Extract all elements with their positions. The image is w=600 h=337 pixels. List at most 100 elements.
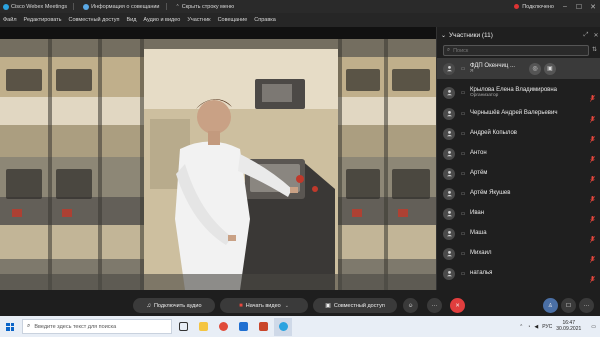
- minimize-button[interactable]: –: [558, 3, 572, 10]
- panel-more-button[interactable]: ···: [579, 298, 594, 313]
- panel-close-icon[interactable]: ✕: [591, 32, 600, 39]
- powerpoint-icon[interactable]: [254, 318, 272, 336]
- popout-icon[interactable]: ⤢: [581, 32, 591, 39]
- chat-toggle-button[interactable]: ☐: [561, 298, 576, 313]
- participant-row[interactable]: ▭ Михаил: [437, 243, 600, 264]
- participant-info: Крылова Елена Владимировна Организатор: [470, 87, 557, 98]
- device-icon: ▭: [460, 150, 466, 157]
- participant-row[interactable]: ▭ Чернышёв Андрей Валерьевич: [437, 103, 600, 124]
- meeting-controls: ♫ Подключить аудио ■ Начать видео ⌄ ▣ Со…: [0, 290, 600, 316]
- participants-toggle-button[interactable]: ♙: [543, 298, 558, 313]
- participants-title: Участники (11): [449, 32, 493, 39]
- menu-file[interactable]: Файл: [3, 17, 17, 23]
- avatar-icon: [443, 207, 455, 220]
- participant-role: Я: [470, 69, 474, 75]
- mic-muted-icon[interactable]: [589, 230, 596, 243]
- avatar-icon: [443, 267, 455, 280]
- audio-connect-icon[interactable]: ◎: [529, 62, 541, 75]
- participant-row[interactable]: ▭ Маша: [437, 223, 600, 244]
- connect-audio-button[interactable]: ♫ Подключить аудио: [133, 298, 215, 313]
- meeting-info-label: Информация о совещании: [91, 3, 160, 10]
- menu-audio-video[interactable]: Аудио и видео: [143, 17, 180, 23]
- windows-app-icon[interactable]: [234, 318, 252, 336]
- webex-taskbar-icon[interactable]: [274, 317, 292, 336]
- participant-row[interactable]: ▭ Артём: [437, 163, 600, 184]
- menu-meeting[interactable]: Совещание: [218, 17, 248, 23]
- menu-view[interactable]: Вид: [126, 17, 136, 23]
- collapse-chevron-icon[interactable]: ⌄: [441, 32, 446, 39]
- share-button[interactable]: ▣ Совместный доступ: [313, 298, 397, 313]
- participant-row-self[interactable]: ▭ ФДП Окенчиц ... Я ◎ ▣: [437, 58, 600, 79]
- webex-logo-icon: [3, 3, 9, 10]
- mic-muted-icon[interactable]: [589, 130, 596, 143]
- mic-muted-icon[interactable]: [589, 150, 596, 163]
- notifications-icon[interactable]: ▭: [591, 324, 596, 330]
- device-icon: ▭: [460, 65, 466, 72]
- participant-row[interactable]: ▭ Иван: [437, 203, 600, 224]
- mic-muted-icon[interactable]: [589, 250, 596, 263]
- windows-start-icon[interactable]: [6, 322, 14, 331]
- device-icon: ▭: [460, 270, 466, 277]
- maximize-button[interactable]: ☐: [572, 3, 586, 11]
- avatar-icon: [443, 167, 455, 180]
- participant-row[interactable]: ▭ Антон: [437, 143, 600, 164]
- mic-muted-icon[interactable]: [589, 270, 596, 283]
- device-icon: ▭: [460, 110, 466, 117]
- participant-info: Михаил: [470, 250, 491, 256]
- participant-row[interactable]: ▭ Артём Якушев: [437, 183, 600, 204]
- taskbar-search-box[interactable]: ⌕ Введите здесь текст для поиска: [22, 319, 172, 334]
- menu-edit[interactable]: Редактировать: [24, 17, 62, 23]
- clock[interactable]: 16:47 30.09.2021: [556, 320, 585, 332]
- search-icon: ⌕: [447, 47, 451, 53]
- emoji-icon: ☺: [407, 302, 414, 309]
- meeting-info-button[interactable]: Информация о совещании: [83, 3, 160, 10]
- more-options-button[interactable]: ···: [427, 298, 442, 313]
- start-video-button[interactable]: ■ Начать видео ⌄: [220, 298, 308, 313]
- menu-participant[interactable]: Участник: [187, 17, 210, 23]
- device-icon: ▭: [460, 190, 466, 197]
- menu-help[interactable]: Справка: [254, 17, 276, 23]
- hide-menu-button[interactable]: ⌃ Скрыть строку меню: [176, 4, 235, 10]
- hide-menu-label: Скрыть строку меню: [181, 3, 235, 10]
- self-actions: ◎ ▣: [529, 62, 559, 75]
- volume-icon[interactable]: ◀: [534, 324, 538, 330]
- participant-name: Маша: [470, 230, 487, 237]
- video-connect-icon[interactable]: ▣: [544, 62, 556, 75]
- more-dots-icon: ···: [583, 302, 590, 309]
- menu-share[interactable]: Совместный доступ: [69, 17, 120, 23]
- participant-row[interactable]: ▭ Андрей Копылов: [437, 123, 600, 144]
- avatar-icon: [443, 247, 455, 260]
- video-options-chevron-icon[interactable]: ⌄: [285, 303, 289, 309]
- participant-row[interactable]: ▭ наталья: [437, 263, 600, 284]
- participant-search-box[interactable]: ⌕: [443, 45, 589, 56]
- mic-muted-icon[interactable]: [589, 210, 596, 223]
- leave-meeting-button[interactable]: ✕: [450, 298, 465, 313]
- headset-icon: ♫: [146, 302, 151, 309]
- participants-icon: ♙: [548, 302, 553, 309]
- device-icon: ▭: [460, 250, 466, 257]
- network-icon[interactable]: ◔: [527, 324, 530, 330]
- participant-name: Чернышёв Андрей Валерьевич: [470, 110, 558, 117]
- mic-muted-icon[interactable]: [589, 110, 596, 123]
- title-bar: Cisco Webex Meetings Информация о совеща…: [0, 0, 600, 13]
- participant-name: Михаил: [470, 250, 492, 257]
- avatar-icon: [443, 107, 455, 120]
- participant-info: Андрей Копылов: [470, 130, 517, 136]
- mic-muted-icon[interactable]: [589, 170, 596, 183]
- participant-row[interactable]: ▭ Крылова Елена Владимировна Организатор: [437, 82, 600, 103]
- task-view-icon[interactable]: [174, 318, 192, 336]
- participant-name: наталья: [470, 270, 493, 277]
- language-indicator[interactable]: РУС: [542, 324, 552, 330]
- close-window-button[interactable]: ✕: [586, 3, 600, 11]
- participant-role: Организатор: [470, 93, 499, 99]
- search-input[interactable]: [453, 47, 574, 54]
- mic-muted-icon[interactable]: [589, 89, 596, 102]
- chrome-icon[interactable]: [214, 318, 232, 336]
- file-explorer-icon[interactable]: [194, 318, 212, 336]
- sort-filter-icon[interactable]: ⇅: [592, 46, 600, 55]
- tray-chevron-icon[interactable]: ⌃: [519, 324, 523, 330]
- mic-muted-icon[interactable]: [589, 190, 596, 203]
- connection-status: Подключено: [522, 3, 554, 10]
- reactions-button[interactable]: ☺: [403, 298, 418, 313]
- info-icon: [83, 3, 90, 10]
